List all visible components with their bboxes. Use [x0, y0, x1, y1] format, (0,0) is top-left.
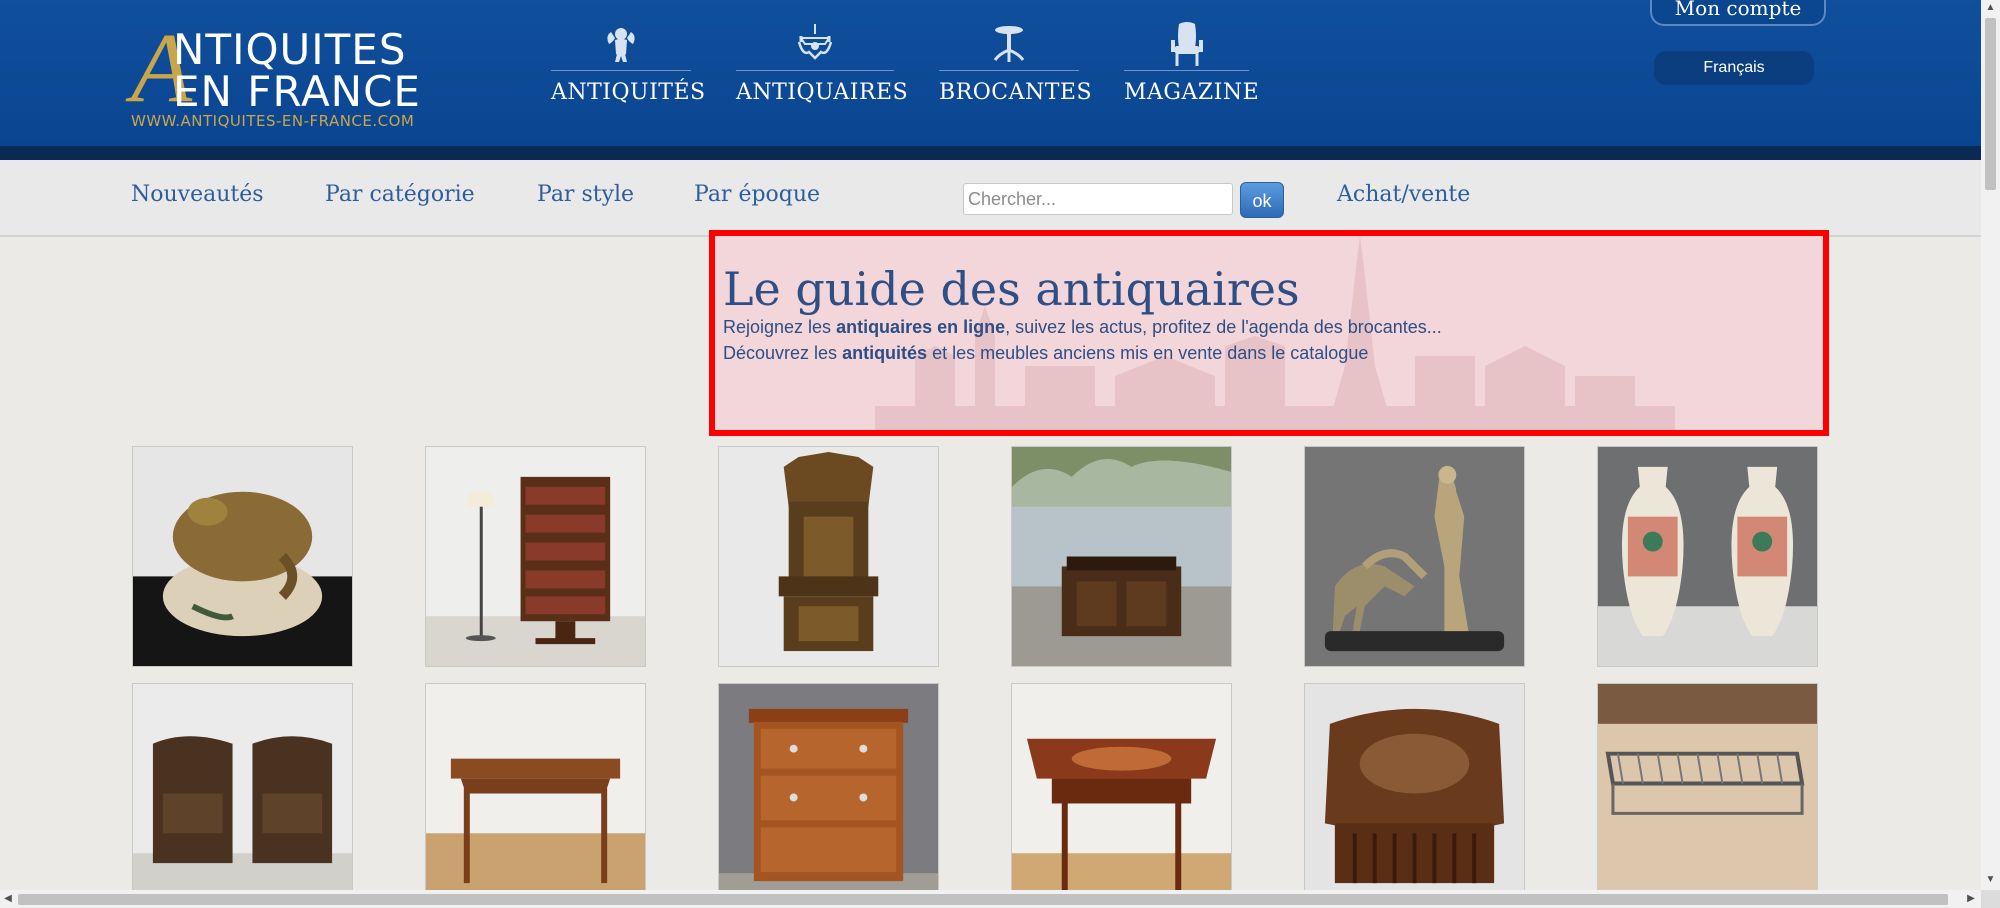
subnav-par-categorie[interactable]: Par catégorie: [325, 182, 475, 207]
nav-label: ANTIQUITÉS: [551, 80, 706, 105]
horizontal-scrollbar[interactable]: ◀ ▶: [0, 890, 1981, 908]
canton-vases-image: [1598, 447, 1817, 666]
product-thumbnail[interactable]: [1011, 683, 1232, 904]
product-thumbnail[interactable]: [1011, 446, 1232, 667]
inlaid-table-image: [1012, 684, 1231, 903]
product-thumbnail[interactable]: [718, 446, 939, 667]
nav-magazine[interactable]: MAGAZINE: [1124, 22, 1260, 112]
product-thumbnail[interactable]: [1597, 446, 1818, 667]
gueridon-table-icon: [993, 26, 1025, 62]
hero-text-line-2: Découvrez les antiquités et les meubles …: [723, 342, 1368, 364]
hero-text: Découvrez les: [723, 343, 843, 363]
nav-label: MAGAZINE: [1124, 80, 1260, 105]
nav-separator: [939, 70, 1079, 71]
nav-separator: [551, 70, 691, 71]
header-divider: [0, 146, 1981, 160]
nav-label: BROCANTES: [939, 80, 1093, 105]
chest-of-drawers-image: [719, 684, 938, 903]
luggage-rack-image: [1598, 684, 1817, 903]
nav-antiquaires[interactable]: ANTIQUAIRES: [736, 22, 909, 112]
product-thumbnail[interactable]: [425, 683, 646, 904]
vertical-scrollbar[interactable]: ▲ ▼: [1981, 0, 2000, 890]
armchair-icon: [1170, 22, 1203, 66]
hero-text: et les meubles anciens mis en vente dans…: [927, 343, 1369, 363]
subnav-par-epoque[interactable]: Par époque: [694, 182, 820, 207]
revolving-bookcase-image: [426, 447, 645, 666]
hero-text: Rejoignez les: [723, 317, 837, 337]
vertical-scroll-thumb[interactable]: [1985, 18, 1996, 190]
writing-table-image: [426, 684, 645, 903]
horizontal-scroll-thumb[interactable]: [18, 894, 1948, 905]
scroll-right-arrow-icon[interactable]: ▶: [1963, 890, 1979, 908]
subnav-par-style[interactable]: Par style: [537, 182, 634, 207]
product-thumbnail[interactable]: [1597, 683, 1818, 904]
product-thumbnail[interactable]: [425, 446, 646, 667]
subnav-achat-vente[interactable]: Achat/vente: [1337, 182, 1470, 207]
product-thumbnail[interactable]: [718, 683, 939, 904]
site-header: A NTIQUITES EN FRANCE WWW.ANTIQUITES-EN-…: [0, 0, 1981, 160]
club-chairs-image: [133, 684, 352, 903]
chandelier-icon: [797, 24, 833, 60]
nav-antiquites[interactable]: ANTIQUITÉS: [551, 22, 706, 112]
cherub-icon: [607, 28, 635, 62]
product-thumbnail[interactable]: [1304, 683, 1525, 904]
site-logo[interactable]: A NTIQUITES EN FRANCE WWW.ANTIQUITES-EN-…: [131, 18, 451, 136]
art-deco-sculpture-image: [1305, 447, 1524, 666]
search-input[interactable]: [963, 183, 1233, 215]
logo-line-2: EN FRANCE: [173, 67, 421, 116]
product-grid: [132, 446, 1822, 904]
search-ok-button[interactable]: ok: [1240, 182, 1284, 218]
main-nav: ANTIQUITÉS ANTIQUAIRES BROCANTES MAGAZIN…: [551, 22, 1260, 112]
gothic-throne-image: [719, 447, 938, 666]
hero-banner: Le guide des antiquaires Rejoignez les a…: [709, 230, 1829, 436]
antiquites-link[interactable]: antiquités: [842, 343, 927, 363]
subnav-nouveautes[interactable]: Nouveautés: [131, 182, 264, 207]
product-thumbnail[interactable]: [1304, 446, 1525, 667]
scroll-down-arrow-icon[interactable]: ▼: [1981, 872, 2000, 888]
marquetry-box-image: [1305, 684, 1524, 903]
frog-sculpture-image: [133, 447, 352, 666]
scrollbar-corner: [1981, 890, 2000, 908]
product-thumbnail[interactable]: [132, 683, 353, 904]
nav-separator: [736, 70, 894, 71]
product-thumbnail[interactable]: [132, 446, 353, 667]
nav-brocantes[interactable]: BROCANTES: [939, 22, 1093, 112]
logo-line-1: NTIQUITES: [173, 25, 407, 74]
logo-url: WWW.ANTIQUITES-EN-FRANCE.COM: [131, 112, 415, 130]
hero-title: Le guide des antiquaires: [723, 262, 1300, 316]
language-selector[interactable]: Français: [1654, 51, 1814, 85]
nav-label: ANTIQUAIRES: [736, 80, 909, 105]
hero-text-line-1: Rejoignez les antiquaires en ligne, suiv…: [723, 316, 1442, 338]
account-button[interactable]: Mon compte: [1650, 0, 1826, 26]
antiquaires-en-ligne-link[interactable]: antiquaires en ligne: [836, 317, 1005, 337]
hero-text: , suivez les actus, profitez de l'agenda…: [1005, 317, 1442, 337]
nav-separator: [1124, 70, 1249, 71]
carved-chest-image: [1012, 447, 1231, 666]
scroll-up-arrow-icon[interactable]: ▲: [1981, 0, 2000, 16]
scroll-left-arrow-icon[interactable]: ◀: [0, 890, 16, 908]
